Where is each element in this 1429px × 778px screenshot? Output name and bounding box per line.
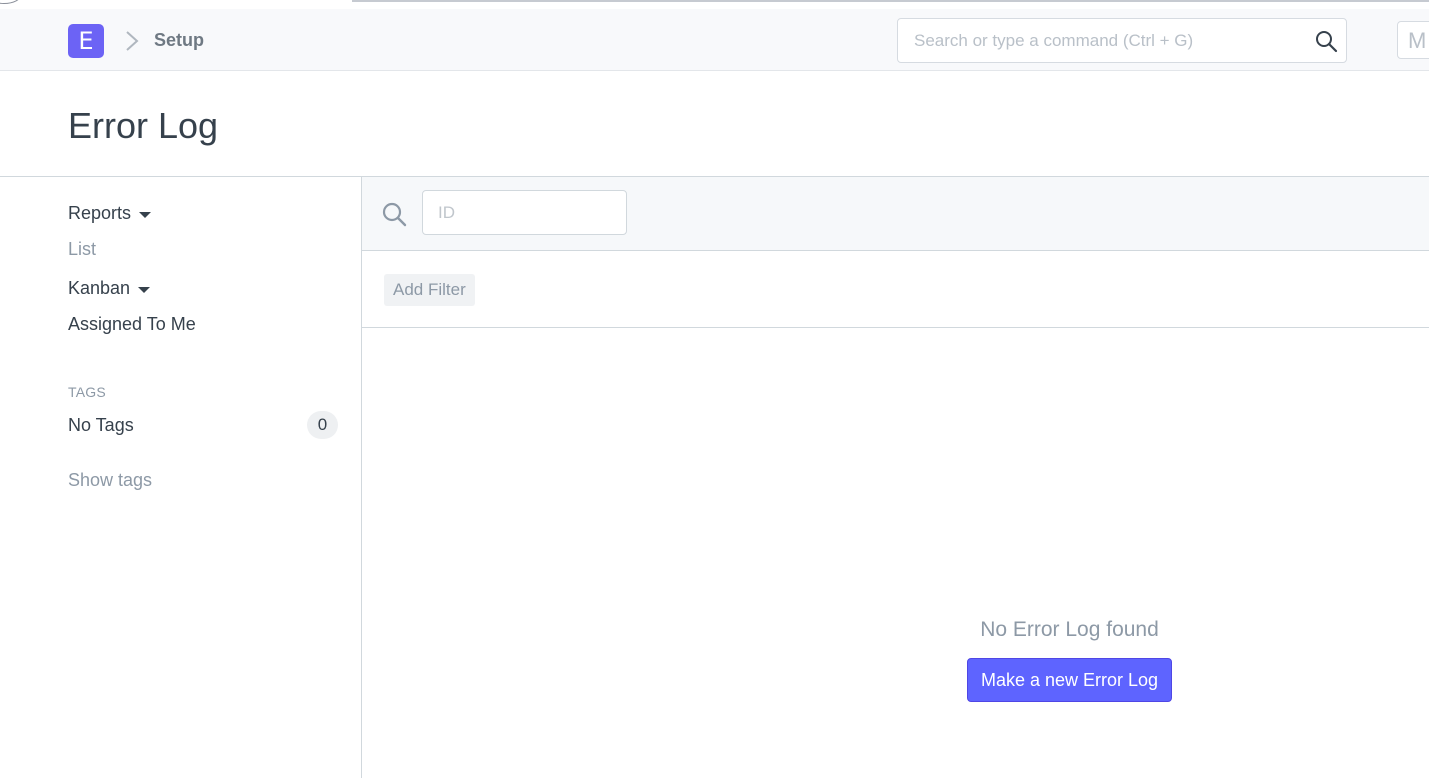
browser-tab-edge	[0, 0, 22, 4]
browser-scroll-edge	[352, 0, 1429, 2]
app-logo[interactable]: E	[68, 24, 104, 58]
sidebar-item-kanban[interactable]: Kanban	[68, 278, 151, 299]
list-view: Add Filter No Error Log found Make a new…	[362, 177, 1429, 778]
navbar: E Setup M	[0, 9, 1429, 71]
sidebar-item-label: Reports	[68, 203, 132, 223]
id-filter-input[interactable]	[422, 190, 627, 235]
sidebar-item-assigned-to-me[interactable]: Assigned To Me	[68, 314, 196, 335]
empty-state-message: No Error Log found	[980, 618, 1159, 641]
sidebar-item-reports[interactable]: Reports	[68, 203, 152, 224]
add-filter-button[interactable]: Add Filter	[384, 274, 475, 306]
breadcrumb-setup[interactable]: Setup	[154, 30, 204, 51]
user-avatar[interactable]: M	[1397, 21, 1429, 59]
chevron-right-icon	[126, 31, 139, 51]
sidebar-item-list[interactable]: List	[68, 239, 96, 260]
command-search-input[interactable]	[899, 20, 1309, 61]
tag-count-badge: 0	[307, 411, 338, 439]
sidebar-item-no-tags[interactable]: No Tags	[68, 415, 134, 436]
tags-heading: TAGS	[68, 384, 106, 400]
caret-down-icon	[139, 211, 152, 218]
filter-area: Add Filter	[362, 252, 1429, 328]
search-icon[interactable]	[1314, 29, 1338, 53]
search-icon	[382, 202, 407, 227]
standard-filter-bar	[362, 177, 1429, 251]
show-tags-link[interactable]: Show tags	[68, 470, 152, 491]
sidebar-item-label: Kanban	[68, 278, 131, 298]
caret-down-icon	[138, 286, 151, 293]
awesome-bar	[897, 18, 1347, 63]
sidebar: Reports List Kanban Assigned To Me TAGS …	[0, 177, 362, 778]
browser-top-edge	[0, 0, 1429, 9]
new-error-log-button[interactable]: Make a new Error Log	[967, 658, 1172, 702]
page-title: Error Log	[68, 105, 219, 146]
